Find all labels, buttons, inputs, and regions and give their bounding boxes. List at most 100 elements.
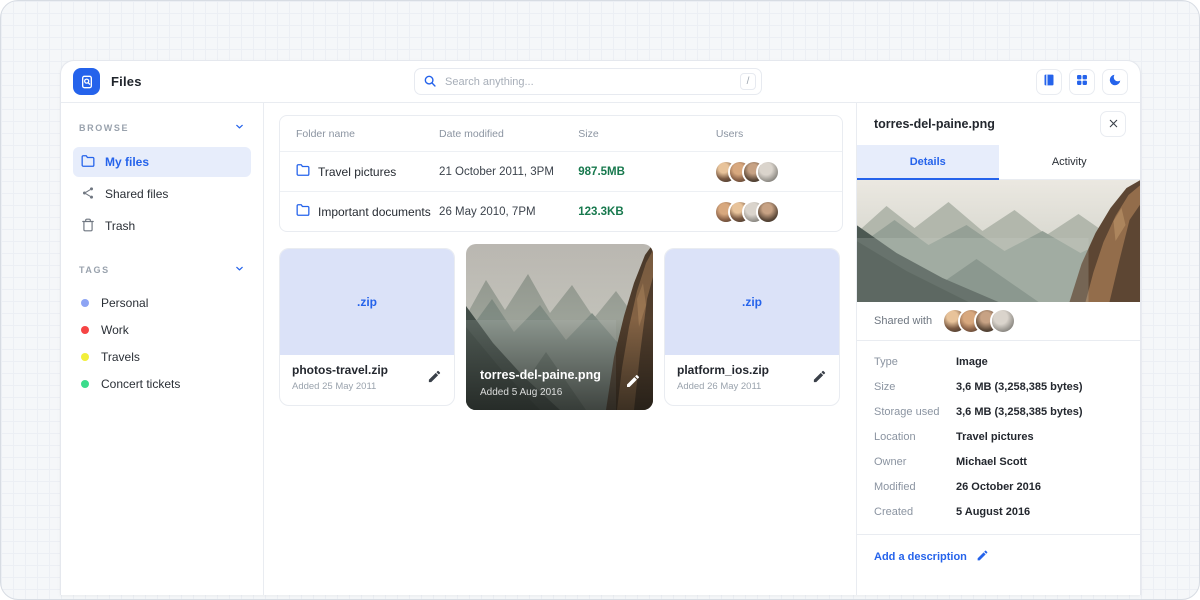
folder-size: 987.5MB xyxy=(578,166,716,178)
detail-row-storage-used: Storage used 3,6 MB (3,258,385 bytes) xyxy=(874,399,1123,424)
file-card-platform-ios[interactable]: .zip platform_ios.zip Added 26 May 2011 xyxy=(664,248,840,406)
tag-label: Personal xyxy=(101,296,148,310)
shared-with-label: Shared with xyxy=(874,315,932,327)
tags-section-header[interactable]: TAGS xyxy=(73,259,251,281)
sidebar: BROWSE My files Shared files xyxy=(61,103,264,595)
folder-icon xyxy=(81,154,95,171)
avatar xyxy=(992,310,1014,332)
file-preview-image xyxy=(857,180,1140,302)
file-name: platform_ios.zip xyxy=(677,363,827,377)
search-shortcut-badge: / xyxy=(740,73,756,90)
folder-icon xyxy=(296,163,310,180)
chevron-down-icon[interactable] xyxy=(234,261,245,279)
browse-section-header[interactable]: BROWSE xyxy=(73,117,251,139)
column-header-users: Users xyxy=(716,128,842,140)
edit-button[interactable] xyxy=(427,369,442,387)
tab-details[interactable]: Details xyxy=(857,145,999,180)
panel-tabs: Details Activity xyxy=(857,145,1140,180)
tag-work[interactable]: Work xyxy=(73,316,251,343)
file-added-date: Added 5 Aug 2016 xyxy=(480,387,639,398)
folder-name: Important documents xyxy=(318,205,431,219)
date-modified: 21 October 2011, 3PM xyxy=(439,166,578,178)
shared-with-avatars xyxy=(944,310,1014,332)
sidebar-item-label: Trash xyxy=(105,219,135,233)
file-name: torres-del-paine.png xyxy=(480,368,639,382)
table-row-travel-pictures[interactable]: Travel pictures 21 October 2011, 3PM 987… xyxy=(280,151,842,191)
column-header-size: Size xyxy=(578,128,716,140)
zip-preview: .zip xyxy=(665,249,839,355)
user-avatars xyxy=(716,162,842,182)
grid-view-icon xyxy=(1075,73,1089,90)
dark-mode-button[interactable] xyxy=(1102,69,1128,95)
pencil-icon xyxy=(812,372,827,387)
tag-personal[interactable]: Personal xyxy=(73,289,251,316)
pencil-icon xyxy=(427,372,442,387)
close-panel-button[interactable] xyxy=(1100,111,1126,137)
detail-row-location: Location Travel pictures xyxy=(874,424,1123,449)
grid-view-button[interactable] xyxy=(1069,69,1095,95)
header-actions xyxy=(1036,69,1128,95)
search-input[interactable] xyxy=(414,68,762,95)
folder-size: 123.3KB xyxy=(578,206,716,218)
edit-button[interactable] xyxy=(812,369,827,387)
journal-icon xyxy=(1042,73,1056,90)
table-header-row: Folder name Date modified Size Users xyxy=(280,116,842,151)
detail-row-owner: Owner Michael Scott xyxy=(874,449,1123,474)
tab-activity[interactable]: Activity xyxy=(999,145,1141,180)
add-description-label: Add a description xyxy=(874,551,967,563)
journal-button[interactable] xyxy=(1036,69,1062,95)
search-bar: / xyxy=(414,68,762,95)
file-cards: .zip photos-travel.zip Added 25 May 2011 xyxy=(279,244,843,410)
tag-color-dot xyxy=(81,380,89,388)
avatar xyxy=(758,202,778,222)
file-added-date: Added 25 May 2011 xyxy=(292,381,442,392)
zip-badge: .zip xyxy=(357,295,377,309)
folder-icon xyxy=(296,203,310,220)
desktop-background: Files / xyxy=(0,0,1200,600)
file-card-photos-travel[interactable]: .zip photos-travel.zip Added 25 May 2011 xyxy=(279,248,455,406)
sidebar-item-my-files[interactable]: My files xyxy=(73,147,251,177)
date-modified: 26 May 2010, 7PM xyxy=(439,206,578,218)
sidebar-item-label: My files xyxy=(105,155,149,169)
detail-row-modified: Modified 26 October 2016 xyxy=(874,474,1123,499)
panel-title: torres-del-paine.png xyxy=(874,117,995,131)
add-description-button[interactable]: Add a description xyxy=(857,535,1140,579)
column-header-date-modified: Date modified xyxy=(439,128,578,140)
main-content: Folder name Date modified Size Users Tra… xyxy=(264,103,856,595)
sidebar-item-label: Shared files xyxy=(105,187,168,201)
user-avatars xyxy=(716,202,842,222)
zip-preview: .zip xyxy=(280,249,454,355)
search-icon xyxy=(423,74,437,93)
tag-label: Concert tickets xyxy=(101,377,180,391)
pencil-icon xyxy=(625,377,641,392)
tag-color-dot xyxy=(81,299,89,307)
tag-concert-tickets[interactable]: Concert tickets xyxy=(73,370,251,397)
file-details-list: Type Image Size 3,6 MB (3,258,385 bytes)… xyxy=(857,341,1140,535)
pencil-icon xyxy=(976,549,989,565)
close-icon xyxy=(1108,117,1119,132)
column-header-folder-name: Folder name xyxy=(296,128,439,140)
zip-badge: .zip xyxy=(742,295,762,309)
edit-button[interactable] xyxy=(625,373,641,392)
sidebar-item-trash[interactable]: Trash xyxy=(73,211,251,241)
browse-section-label: BROWSE xyxy=(79,123,129,133)
detail-row-created: Created 5 August 2016 xyxy=(874,499,1123,524)
tag-label: Travels xyxy=(101,350,140,364)
details-panel: torres-del-paine.png Details Activity xyxy=(856,103,1140,595)
file-name: photos-travel.zip xyxy=(292,363,442,377)
file-added-date: Added 26 May 2011 xyxy=(677,381,827,392)
tag-travels[interactable]: Travels xyxy=(73,343,251,370)
detail-row-size: Size 3,6 MB (3,258,385 bytes) xyxy=(874,374,1123,399)
app-header: Files / xyxy=(61,61,1140,103)
tag-color-dot xyxy=(81,326,89,334)
avatar xyxy=(758,162,778,182)
tag-color-dot xyxy=(81,353,89,361)
share-icon xyxy=(81,186,95,203)
app-logo-icon xyxy=(73,68,100,95)
trash-icon xyxy=(81,218,95,235)
table-row-important-documents[interactable]: Important documents 26 May 2010, 7PM 123… xyxy=(280,191,842,231)
file-card-torres-del-paine[interactable]: torres-del-paine.png Added 5 Aug 2016 xyxy=(466,244,653,410)
dark-mode-icon xyxy=(1108,73,1122,90)
sidebar-item-shared-files[interactable]: Shared files xyxy=(73,179,251,209)
chevron-down-icon[interactable] xyxy=(234,119,245,137)
